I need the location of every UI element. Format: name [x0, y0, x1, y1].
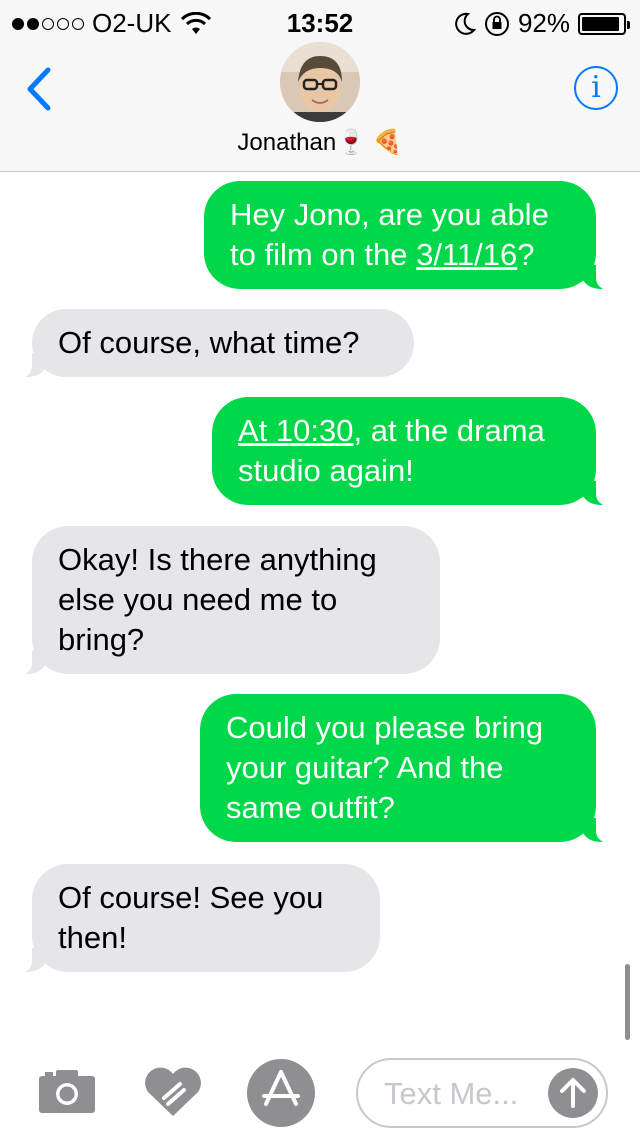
message-bubble-incoming[interactable]: Okay! Is there anything else you need me… — [10, 526, 440, 675]
message-text: Okay! Is there anything else you need me… — [58, 542, 377, 657]
message-bubble-outgoing[interactable]: Could you please bring your guitar? And … — [200, 694, 618, 843]
message-bubble-incoming[interactable]: Of course, what time? — [10, 309, 414, 378]
battery-icon — [578, 12, 630, 35]
digital-touch-heart-icon[interactable] — [142, 1064, 204, 1118]
contact-avatar[interactable] — [280, 42, 360, 122]
battery-percent: 92% — [517, 8, 570, 38]
orientation-lock-icon — [484, 11, 509, 36]
do-not-disturb-moon-icon — [455, 12, 476, 35]
message-input[interactable]: Text Me... — [356, 1058, 608, 1128]
message-bubble-outgoing[interactable]: At 10:30, at the drama studio again! — [212, 397, 618, 506]
contact-photo — [280, 42, 360, 122]
message-text: At 10:30, at the drama studio again! — [238, 413, 545, 488]
status-right-group: 92% — [454, 8, 630, 39]
time-link[interactable]: At 10:30 — [238, 413, 353, 448]
message-input-placeholder: Text Me... — [384, 1076, 519, 1111]
app-store-icon[interactable] — [246, 1058, 316, 1128]
message-bubble-outgoing[interactable]: Hey Jono, are you able to film on the 3/… — [204, 181, 618, 290]
camera-icon[interactable] — [38, 1068, 96, 1114]
back-chevron-icon[interactable] — [20, 64, 60, 114]
date-link[interactable]: 3/11/16 — [416, 237, 517, 272]
message-text: Of course! See you then! — [58, 880, 324, 955]
message-text: Could you please bring your guitar? And … — [226, 710, 544, 825]
send-arrow-up-icon[interactable] — [548, 1068, 598, 1118]
message-bubble-incoming[interactable]: Of course! See you then! — [10, 864, 380, 973]
message-text: Hey Jono, are you able to film on the 3/… — [230, 197, 549, 272]
message-text: Of course, what time? — [58, 325, 360, 360]
battery-level — [582, 16, 619, 31]
info-icon[interactable]: i — [574, 66, 618, 110]
status-bar: O2-UK 13:52 92% — [0, 0, 640, 40]
scroll-indicator[interactable] — [625, 964, 630, 1040]
contact-name[interactable]: Jonathan🍷 🍕 — [0, 128, 640, 157]
